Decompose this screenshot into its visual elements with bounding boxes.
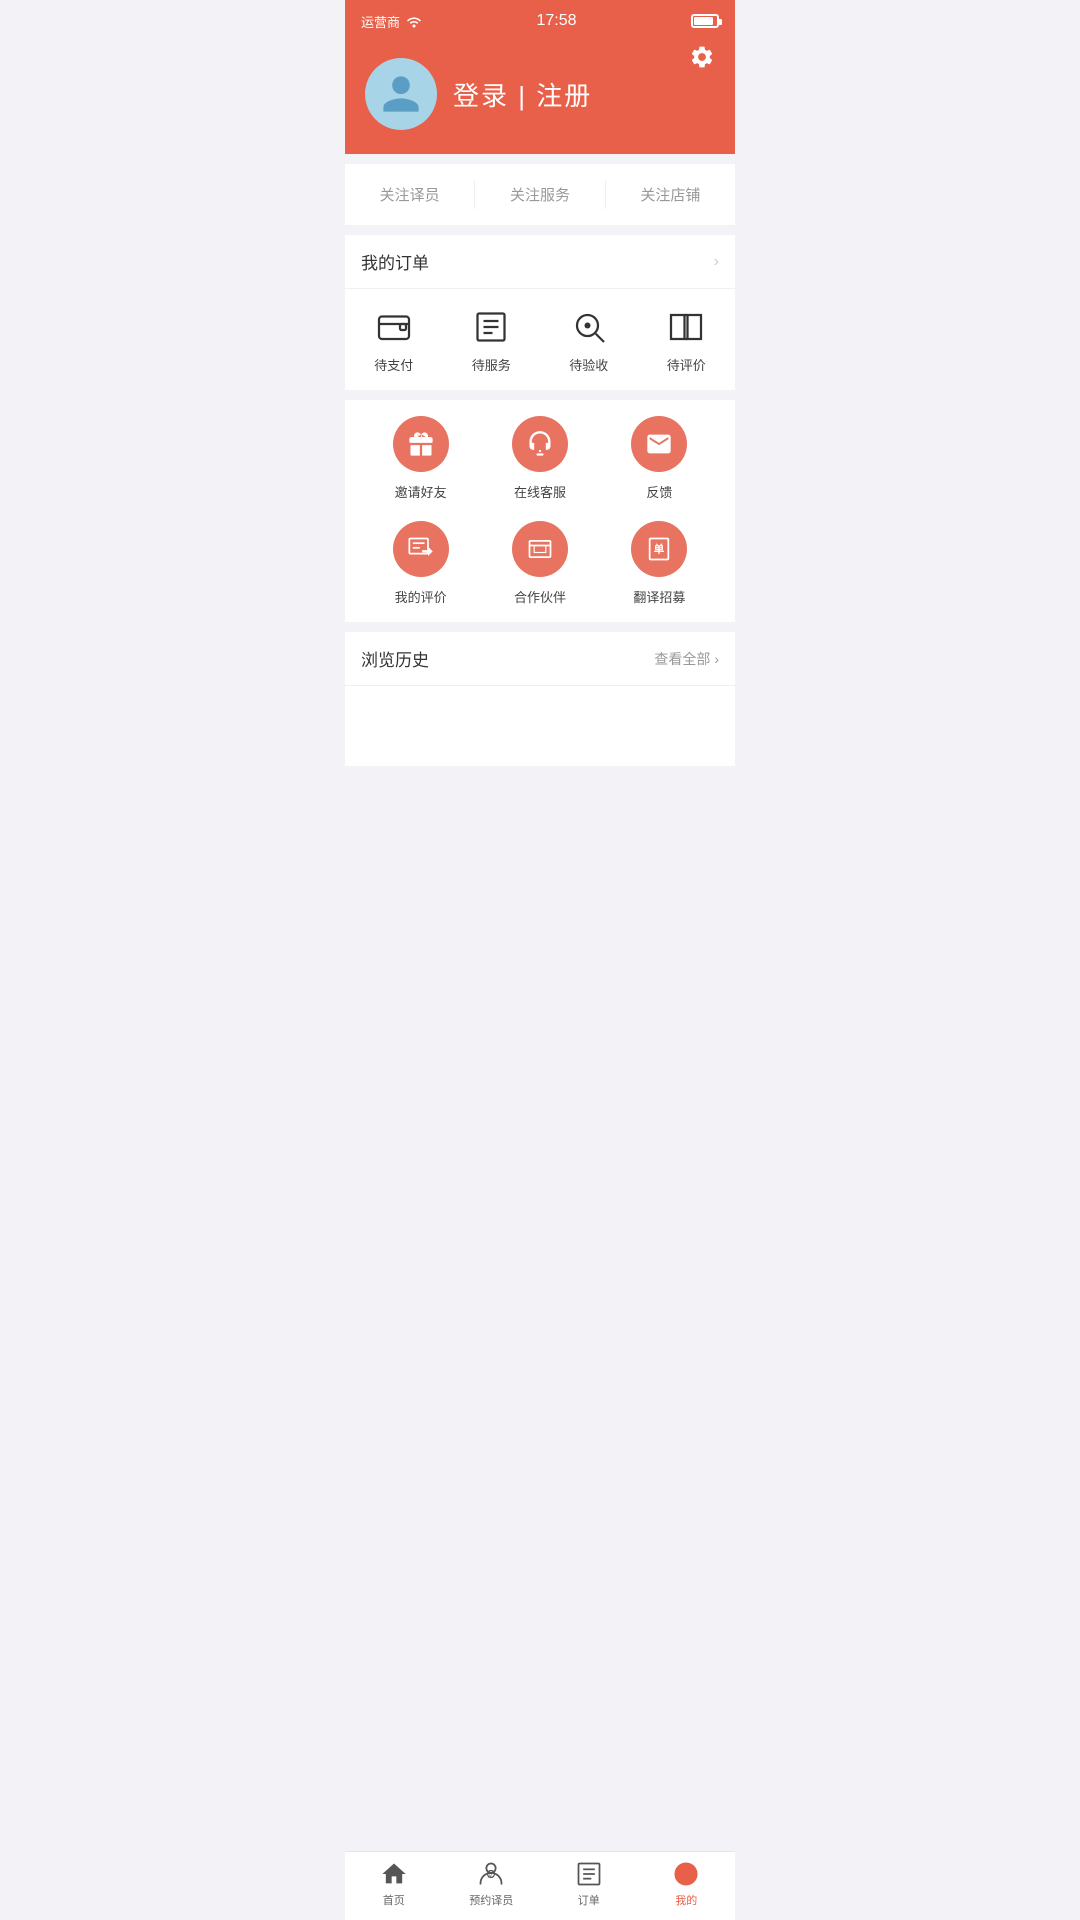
feedback-icon — [631, 416, 687, 472]
pending-service-button[interactable]: 待服务 — [443, 309, 541, 374]
search-check-icon — [571, 309, 607, 345]
login-register-text[interactable]: 登录 | 注册 — [453, 76, 592, 113]
history-title: 浏览历史 — [361, 646, 429, 671]
recruit-label: 翻译招募 — [633, 587, 685, 606]
orders-header: 我的订单 › — [345, 235, 735, 289]
history-card: 浏览历史 查看全部 › — [345, 632, 735, 766]
pending-payment-label: 待支付 — [374, 355, 413, 374]
carrier-text: 运营商 — [361, 12, 400, 31]
tools-grid: 邀请好友 在线客服 — [361, 416, 719, 606]
status-bar: 运营商 17:58 — [345, 0, 735, 40]
mine-icon — [672, 1860, 700, 1888]
header: 登录 | 注册 — [345, 40, 735, 154]
nav-home[interactable]: 首页 — [345, 1860, 443, 1908]
follow-translator-tab[interactable]: 关注译员 — [345, 180, 475, 209]
follow-tabs-card: 关注译员 关注服务 关注店铺 — [345, 164, 735, 225]
status-time: 17:58 — [536, 12, 576, 30]
nav-book-label: 预约译员 — [469, 1892, 513, 1908]
order-icons-row: 待支付 待服务 待验收 — [345, 289, 735, 390]
view-all-arrow-icon: › — [714, 651, 719, 667]
translator-icon: 文 — [477, 1860, 505, 1888]
follow-service-tab[interactable]: 关注服务 — [475, 180, 605, 209]
nav-home-label: 首页 — [383, 1892, 405, 1908]
wifi-icon — [406, 14, 422, 28]
review-icon — [393, 521, 449, 577]
tools-card: 邀请好友 在线客服 — [345, 400, 735, 622]
feedback-button[interactable]: 反馈 — [600, 416, 719, 501]
profile-section: 登录 | 注册 — [365, 50, 715, 130]
settings-button[interactable] — [689, 44, 715, 76]
feedback-label: 反馈 — [646, 482, 672, 501]
follow-shop-tab[interactable]: 关注店铺 — [606, 180, 735, 209]
recruit-button[interactable]: 单 翻译招募 — [600, 521, 719, 606]
my-review-button[interactable]: 我的评价 — [361, 521, 480, 606]
my-review-label: 我的评价 — [395, 587, 447, 606]
wallet-icon — [376, 309, 412, 345]
nav-mine[interactable]: 我的 — [638, 1860, 736, 1908]
home-icon — [380, 1860, 408, 1888]
partner-button[interactable]: 合作伙伴 — [480, 521, 599, 606]
book-open-icon — [668, 309, 704, 345]
customer-service-button[interactable]: 在线客服 — [480, 416, 599, 501]
battery-icon — [691, 14, 719, 28]
bottom-nav: 首页 文 预约译员 订单 我的 — [345, 1851, 735, 1920]
list-icon — [473, 309, 509, 345]
svg-text:文: 文 — [488, 1872, 494, 1880]
status-right — [691, 14, 719, 28]
svg-text:单: 单 — [654, 543, 665, 556]
recruit-icon: 单 — [631, 521, 687, 577]
partner-icon — [512, 521, 568, 577]
invite-friends-button[interactable]: 邀请好友 — [361, 416, 480, 501]
main-content: 关注译员 关注服务 关注店铺 我的订单 › 待支付 — [345, 154, 735, 786]
orders-title: 我的订单 — [361, 249, 429, 274]
nav-orders[interactable]: 订单 — [540, 1860, 638, 1908]
pending-evaluate-button[interactable]: 待评价 — [638, 309, 736, 374]
customer-service-label: 在线客服 — [514, 482, 566, 501]
nav-orders-label: 订单 — [578, 1892, 600, 1908]
headset-icon — [512, 416, 568, 472]
pending-review-button[interactable]: 待验收 — [540, 309, 638, 374]
partner-label: 合作伙伴 — [514, 587, 566, 606]
history-header: 浏览历史 查看全部 › — [345, 632, 735, 686]
invite-friends-label: 邀请好友 — [395, 482, 447, 501]
pending-review-label: 待验收 — [569, 355, 608, 374]
gift-icon — [393, 416, 449, 472]
orders-icon — [575, 1860, 603, 1888]
nav-mine-label: 我的 — [675, 1892, 697, 1908]
avatar[interactable] — [365, 58, 437, 130]
history-content — [345, 686, 735, 766]
follow-tabs: 关注译员 关注服务 关注店铺 — [345, 164, 735, 225]
view-all-button[interactable]: 查看全部 › — [654, 649, 719, 669]
orders-card: 我的订单 › 待支付 待服务 — [345, 235, 735, 390]
nav-book-translator[interactable]: 文 预约译员 — [443, 1860, 541, 1908]
pending-evaluate-label: 待评价 — [667, 355, 706, 374]
pending-payment-button[interactable]: 待支付 — [345, 309, 443, 374]
view-all-text: 查看全部 — [654, 649, 710, 669]
pending-service-label: 待服务 — [472, 355, 511, 374]
status-left: 运营商 — [361, 12, 422, 31]
orders-arrow-icon[interactable]: › — [714, 253, 719, 271]
